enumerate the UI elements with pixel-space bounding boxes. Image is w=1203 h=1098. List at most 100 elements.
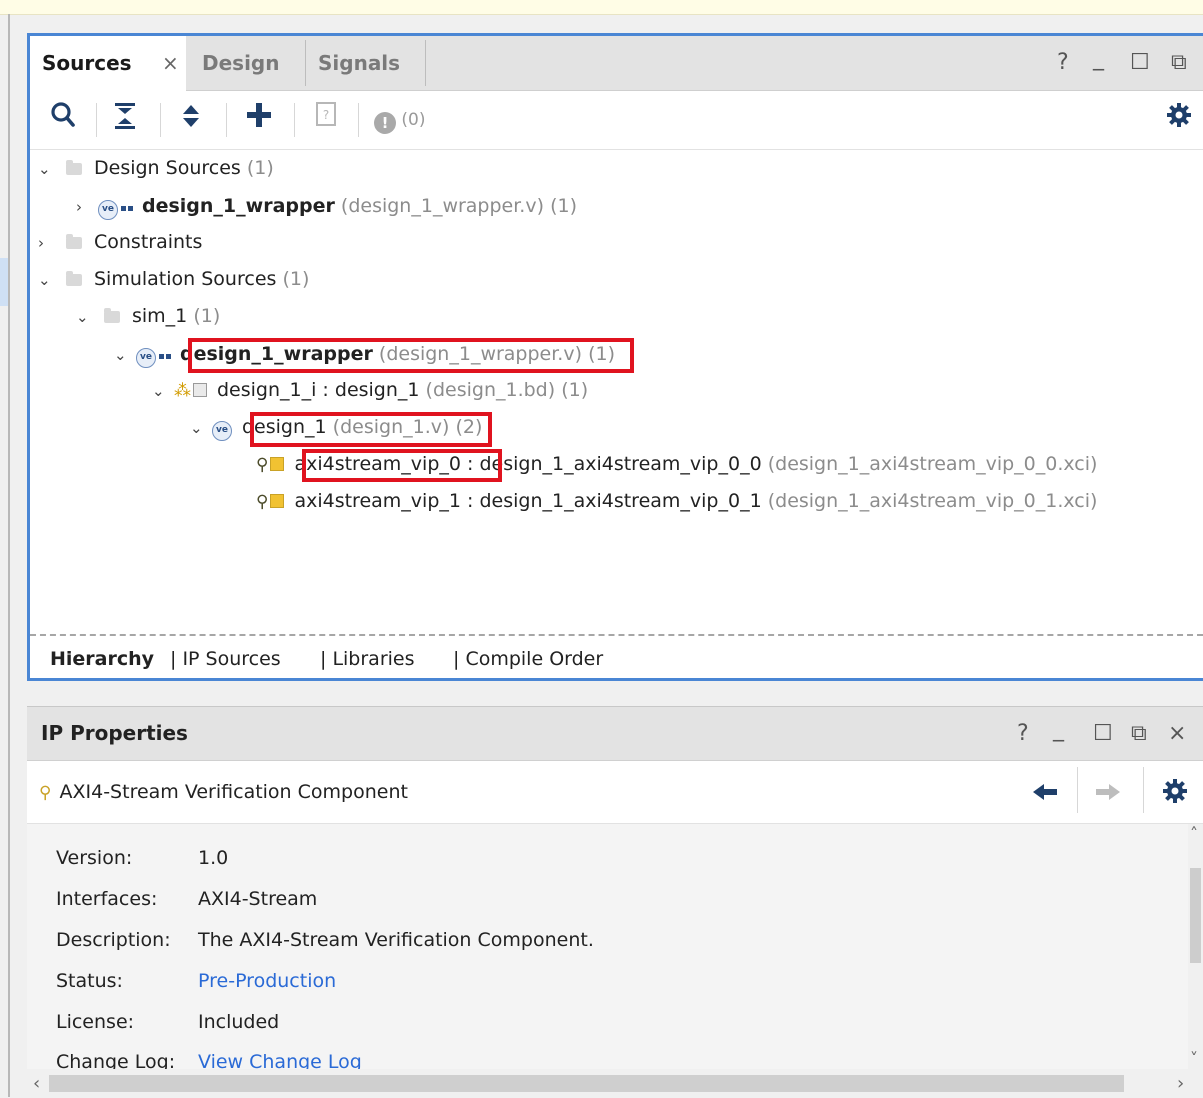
node-file: (design_1.bd) — [425, 379, 556, 401]
toolbar-separator — [1077, 767, 1078, 813]
prop-value: Included — [198, 1011, 280, 1033]
maximize-icon[interactable]: ☐ — [1130, 36, 1150, 90]
chevron-down-icon[interactable]: ⌄ — [38, 151, 60, 188]
node-file: (design_1_wrapper.v) — [340, 195, 545, 217]
node-separator: : — [460, 490, 480, 512]
minimize-icon[interactable]: _ — [1053, 703, 1064, 756]
status-link[interactable]: Pre-Production — [198, 970, 336, 992]
hierarchy-icon — [158, 335, 172, 359]
sources-panel: Sources × Design Signals ? _ ☐ ⧉ ? ! (0)… — [27, 33, 1203, 681]
toolbar-separator — [358, 103, 359, 137]
ip-square-icon — [270, 457, 285, 471]
search-icon[interactable] — [48, 101, 78, 139]
highlight-box-wrapper — [188, 338, 634, 373]
prop-label: Description: — [56, 929, 171, 951]
tree-node-constraints[interactable]: › Constraints — [38, 224, 202, 261]
toolbar-separator — [226, 103, 227, 137]
highlight-box-vip-0 — [302, 449, 502, 482]
chevron-down-icon[interactable]: ⌄ — [190, 410, 212, 447]
collapse-all-icon[interactable] — [110, 101, 140, 139]
prop-label: License: — [56, 1011, 135, 1033]
ip-properties-header: IP Properties ? _ ☐ ⧉ × — [27, 707, 1203, 761]
svg-text:?: ? — [323, 108, 329, 122]
ip-component-bar: ⚲ AXI4-Stream Verification Component — [27, 761, 1203, 824]
tree-node-design-wrapper[interactable]: › ve design_1_wrapper (design_1_wrapper.v)… — [76, 187, 577, 224]
scroll-up-icon[interactable]: ˄ — [1190, 824, 1198, 843]
tree-node-sim-1[interactable]: ⌄ sim_1 (1) — [76, 298, 220, 335]
prop-value: The AXI4-Stream Verification Component. — [198, 929, 594, 951]
verilog-icon: ve — [136, 348, 156, 368]
node-name: design_1_i : design_1 — [217, 379, 420, 401]
close-icon[interactable]: × — [1168, 707, 1186, 760]
chevron-down-icon[interactable]: ⌄ — [152, 373, 174, 410]
gear-icon[interactable] — [1161, 777, 1189, 810]
node-count: (1) — [193, 305, 221, 327]
source-hierarchy-tree: ⌄ Design Sources (1) › ve design_1_wrapper … — [30, 150, 1203, 633]
toolbar-separator — [1143, 767, 1144, 813]
help-icon[interactable]: ? — [1017, 707, 1029, 760]
horizontal-scroll-thumb[interactable] — [49, 1075, 1124, 1092]
minimize-icon[interactable]: _ — [1093, 32, 1104, 86]
tab-compile-order[interactable]: | Compile Order — [453, 637, 603, 681]
node-label: Constraints — [94, 231, 203, 253]
tab-sources-label: Sources — [42, 51, 132, 75]
prop-label: Interfaces: — [56, 888, 158, 910]
panel-title: IP Properties — [41, 721, 188, 745]
tree-node-design-sources[interactable]: ⌄ Design Sources (1) — [38, 150, 274, 187]
sources-view-tabs: Hierarchy | IP Sources | Libraries | Com… — [30, 637, 1203, 681]
tab-design[interactable]: Design — [190, 36, 291, 90]
node-name: design_1_wrapper — [142, 195, 335, 217]
chevron-down-icon[interactable]: ⌄ — [38, 262, 60, 299]
prop-value: 1.0 — [198, 847, 229, 869]
chevron-right-icon[interactable]: › — [76, 189, 98, 226]
prop-interfaces: Interfaces: AXI4-Stream — [56, 879, 317, 919]
vertical-scrollbar[interactable]: ˄ ˅ — [1188, 824, 1203, 1069]
toolbar-separator — [96, 103, 97, 137]
node-file: (design_1_axi4stream_vip_0_1.xci) — [767, 490, 1098, 512]
chevron-right-icon[interactable]: › — [38, 225, 60, 262]
tab-signals-label: Signals — [318, 51, 401, 75]
folder-icon — [104, 308, 120, 323]
add-sources-icon[interactable] — [242, 101, 276, 139]
highlight-box-design-1 — [250, 412, 492, 447]
horizontal-scrollbar[interactable]: ‹ › — [27, 1069, 1203, 1098]
tree-node-vip-1[interactable]: ⚲ axi4stream_vip_1 : design_1_axi4stream_… — [256, 483, 1097, 520]
node-module: design_1_axi4stream_vip_0_0 — [479, 453, 762, 475]
issues-indicator[interactable]: ! (0) — [374, 101, 446, 139]
node-label: Design Sources — [94, 157, 241, 179]
tab-design-label: Design — [202, 51, 280, 75]
node-label: Simulation Sources — [94, 268, 277, 290]
float-icon[interactable]: ⧉ — [1131, 707, 1147, 760]
tab-ip-sources[interactable]: | IP Sources — [170, 637, 281, 681]
ip-core-icon: ⚲ — [256, 492, 269, 512]
float-icon[interactable]: ⧉ — [1171, 36, 1187, 90]
expand-all-icon[interactable] — [176, 101, 206, 139]
tree-node-design-1-i[interactable]: ⌄ ⁂ design_1_i : design_1 (design_1.bd) (1… — [152, 372, 588, 409]
top-info-bar — [0, 0, 1203, 15]
verilog-icon: ve — [212, 421, 232, 441]
scroll-left-icon[interactable]: ‹ — [33, 1073, 40, 1094]
node-count: (1) — [561, 379, 589, 401]
tab-libraries[interactable]: | Libraries — [320, 637, 415, 681]
help-icon[interactable]: ? — [1057, 36, 1069, 90]
sources-tab-bar: Sources × Design Signals ? _ ☐ ⧉ — [30, 36, 1203, 91]
tree-node-simulation-sources[interactable]: ⌄ Simulation Sources (1) — [38, 261, 309, 298]
chevron-down-icon[interactable]: ⌄ — [76, 299, 98, 336]
tab-hierarchy[interactable]: Hierarchy — [50, 637, 154, 681]
forward-arrow-icon[interactable] — [1093, 777, 1123, 812]
gear-icon[interactable] — [1162, 101, 1196, 139]
scroll-down-icon[interactable]: ˅ — [1190, 1049, 1198, 1068]
help-doc-icon[interactable]: ? — [312, 101, 340, 139]
vertical-scroll-thumb[interactable] — [1190, 868, 1201, 963]
left-splitter[interactable] — [8, 14, 10, 1097]
tab-sources-close-icon[interactable]: × — [162, 36, 179, 90]
tab-signals[interactable]: Signals — [306, 36, 412, 90]
maximize-icon[interactable]: ☐ — [1093, 707, 1113, 760]
chevron-down-icon[interactable]: ⌄ — [114, 337, 136, 374]
issues-count: (0) — [401, 110, 426, 130]
scroll-right-icon[interactable]: › — [1177, 1073, 1184, 1094]
back-arrow-icon[interactable] — [1030, 777, 1060, 812]
ip-component-title: ⚲ AXI4-Stream Verification Component — [39, 761, 408, 824]
folder-icon — [66, 271, 82, 286]
ip-properties-panel: IP Properties ? _ ☐ ⧉ × ⚲ AXI4-Stream Ve… — [27, 706, 1203, 1098]
